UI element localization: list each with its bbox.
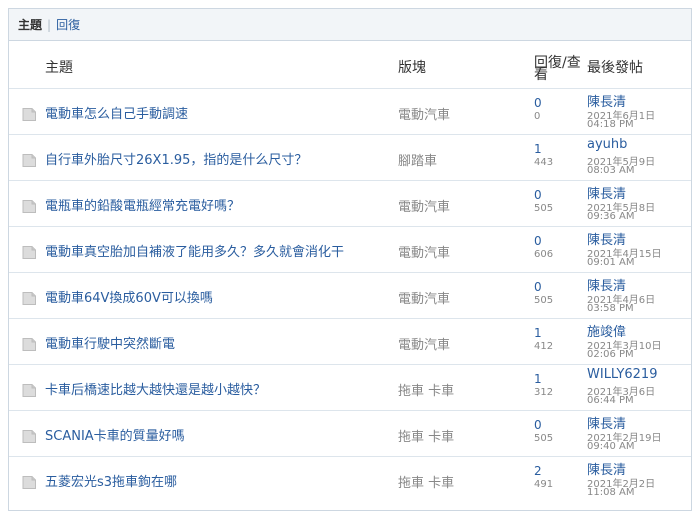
- document-icon: [22, 336, 36, 351]
- thread-title-link[interactable]: 自行車外胎尺寸26X1.95，指的是什么尺寸？: [45, 149, 307, 168]
- thread-view-count: 312: [534, 387, 554, 398]
- last-post-time: 03:58 PM: [587, 303, 634, 314]
- last-post-user-link[interactable]: WILLY6219: [587, 367, 657, 382]
- last-post-time: 09:40 AM: [587, 441, 635, 452]
- document-icon: [22, 428, 36, 443]
- table-row: 電瓶車的鉛酸電瓶經常充電好嗎？ 電動汽車 0 505 陳長清 2021年5月8日…: [9, 181, 691, 227]
- tab-bar: 主題 | 回復: [9, 9, 691, 41]
- table-row: 電動車行駛中突然斷電 電動汽車 1 412 施竣偉 2021年3月10日 02:…: [9, 319, 691, 365]
- thread-view-count: 443: [534, 157, 554, 168]
- tab-separator: |: [47, 17, 52, 32]
- column-header-forum: 版塊: [398, 60, 426, 76]
- document-icon: [22, 244, 36, 259]
- thread-view-count: 505: [534, 295, 554, 306]
- thread-title-link[interactable]: 電動車64V換成60V可以換嗎: [45, 287, 213, 306]
- table-row: 電動車真空胎加自補液了能用多久？多久就會消化干 電動汽車 0 606 陳長清 2…: [9, 227, 691, 273]
- thread-forum-link[interactable]: 電動汽車: [398, 196, 450, 215]
- thread-view-count: 505: [534, 433, 554, 444]
- table-header: 主題 版塊 回復/查看 最後發帖: [9, 41, 691, 89]
- thread-title-link[interactable]: SCANIA卡車的質量好嗎: [45, 425, 185, 444]
- document-icon: [22, 290, 36, 305]
- thread-forum-link[interactable]: 電動汽車: [398, 104, 450, 123]
- thread-reply-count[interactable]: 2: [534, 464, 542, 478]
- last-post-time: 06:44 PM: [587, 395, 634, 406]
- last-post-time: 09:36 AM: [587, 211, 635, 222]
- table-row: 五菱宏光s3拖車鉤在哪 拖車 卡車 2 491 陳長清 2021年2月2日 11…: [9, 457, 691, 503]
- last-post-time: 09:01 AM: [587, 257, 635, 268]
- thread-title-link[interactable]: 電瓶車的鉛酸電瓶經常充電好嗎？: [45, 195, 240, 214]
- document-icon: [22, 382, 36, 397]
- thread-view-count: 606: [534, 249, 554, 260]
- thread-title-link[interactable]: 電動車行駛中突然斷電: [45, 333, 175, 352]
- tab-replies[interactable]: 回復: [56, 16, 80, 33]
- thread-forum-link[interactable]: 拖車 卡車: [398, 472, 454, 491]
- thread-view-count: 0: [534, 111, 541, 122]
- table-row: 電動車怎么自己手動調速 電動汽車 0 0 陳長清 2021年6月1日 04:18…: [9, 89, 691, 135]
- thread-reply-count[interactable]: 0: [534, 234, 542, 248]
- table-row: 電動車64V換成60V可以換嗎 電動汽車 0 505 陳長清 2021年4月6日…: [9, 273, 691, 319]
- column-header-last-post: 最後發帖: [587, 60, 643, 76]
- document-icon: [22, 474, 36, 489]
- thread-reply-count[interactable]: 0: [534, 96, 542, 110]
- column-header-replies-views: 回復/查看: [534, 55, 581, 83]
- thread-title-link[interactable]: 卡車后橋速比越大越快還是越小越快？: [45, 379, 266, 398]
- last-post-time: 11:08 AM: [587, 487, 635, 498]
- thread-view-count: 505: [534, 203, 554, 214]
- thread-reply-count[interactable]: 1: [534, 326, 542, 340]
- last-post-time: 02:06 PM: [587, 349, 634, 360]
- thread-reply-count[interactable]: 0: [534, 280, 542, 294]
- thread-title-link[interactable]: 電動車真空胎加自補液了能用多久？多久就會消化干: [45, 241, 344, 260]
- thread-view-count: 412: [534, 341, 554, 352]
- thread-reply-count[interactable]: 1: [534, 372, 542, 386]
- thread-forum-link[interactable]: 電動汽車: [398, 288, 450, 307]
- last-post-user-link[interactable]: ayuhb: [587, 137, 627, 152]
- thread-forum-link[interactable]: 腳踏車: [398, 150, 437, 169]
- thread-title-link[interactable]: 五菱宏光s3拖車鉤在哪: [45, 471, 177, 490]
- last-post-time: 04:18 PM: [587, 119, 634, 130]
- thread-forum-link[interactable]: 拖車 卡車: [398, 426, 454, 445]
- thread-reply-count[interactable]: 0: [534, 418, 542, 432]
- thread-rows: 電動車怎么自己手動調速 電動汽車 0 0 陳長清 2021年6月1日 04:18…: [9, 89, 691, 503]
- thread-forum-link[interactable]: 拖車 卡車: [398, 380, 454, 399]
- thread-title-link[interactable]: 電動車怎么自己手動調速: [45, 103, 188, 122]
- document-icon: [22, 106, 36, 121]
- thread-reply-count[interactable]: 0: [534, 188, 542, 202]
- table-row: SCANIA卡車的質量好嗎 拖車 卡車 0 505 陳長清 2021年2月19日…: [9, 411, 691, 457]
- thread-reply-count[interactable]: 1: [534, 142, 542, 156]
- thread-list-panel: 主題 | 回復 主題 版塊 回復/查看 最後發帖 電動車怎么自己手動調速 電動汽…: [8, 8, 692, 511]
- table-row: 自行車外胎尺寸26X1.95，指的是什么尺寸？ 腳踏車 1 443 ayuhb …: [9, 135, 691, 181]
- document-icon: [22, 152, 36, 167]
- table-row: 卡車后橋速比越大越快還是越小越快？ 拖車 卡車 1 312 WILLY6219 …: [9, 365, 691, 411]
- thread-forum-link[interactable]: 電動汽車: [398, 242, 450, 261]
- document-icon: [22, 198, 36, 213]
- column-header-title: 主題: [45, 60, 73, 76]
- last-post-time: 08:03 AM: [587, 165, 635, 176]
- tab-topics[interactable]: 主題: [18, 16, 42, 33]
- thread-forum-link[interactable]: 電動汽車: [398, 334, 450, 353]
- thread-view-count: 491: [534, 479, 554, 490]
